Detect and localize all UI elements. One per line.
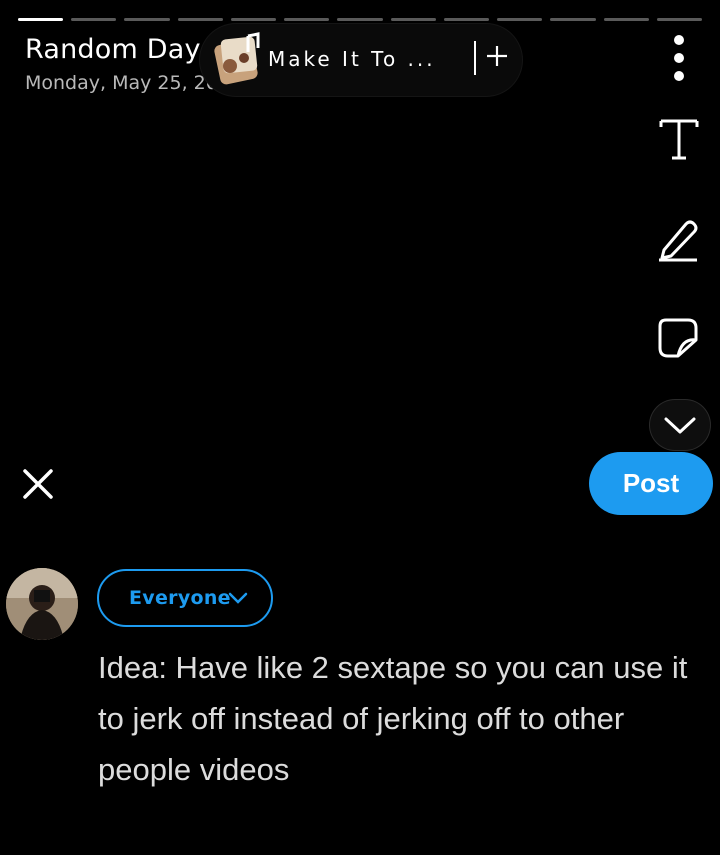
progress-segment bbox=[124, 18, 170, 21]
post-text[interactable]: Idea: Have like 2 sextape so you can use… bbox=[98, 642, 708, 795]
plus-icon[interactable] bbox=[486, 44, 508, 68]
progress-segment bbox=[284, 18, 330, 21]
progress-segment bbox=[230, 18, 277, 21]
chevron-down-icon bbox=[664, 417, 696, 434]
progress-segment bbox=[497, 18, 543, 21]
progress-segment bbox=[390, 18, 436, 21]
text-icon[interactable] bbox=[658, 118, 700, 162]
post-button[interactable]: Post bbox=[589, 452, 713, 515]
progress-segment bbox=[550, 18, 596, 21]
progress-segment bbox=[443, 18, 490, 21]
avatar-image bbox=[6, 568, 78, 640]
music-divider bbox=[474, 41, 476, 75]
progress-segment bbox=[656, 18, 703, 21]
progress-segment bbox=[18, 18, 64, 21]
close-icon[interactable] bbox=[20, 466, 56, 502]
avatar[interactable] bbox=[6, 568, 78, 640]
chevron-down-icon bbox=[228, 592, 248, 604]
story-title: Random Day bbox=[25, 34, 201, 65]
audience-label: Everyone bbox=[129, 587, 231, 609]
progress-segment bbox=[337, 18, 383, 21]
progress-segment bbox=[177, 18, 223, 21]
audience-selector[interactable]: Everyone bbox=[97, 569, 273, 627]
sticker-icon[interactable] bbox=[656, 316, 700, 360]
progress-segment bbox=[71, 18, 117, 21]
story-progress-bar bbox=[18, 18, 703, 21]
progress-segment bbox=[603, 18, 649, 21]
pen-icon[interactable] bbox=[656, 216, 700, 262]
expand-tools-button[interactable] bbox=[650, 400, 710, 450]
music-track-title: Make It To ... bbox=[268, 47, 436, 71]
music-album-art-icon bbox=[214, 32, 260, 85]
more-vertical-icon[interactable] bbox=[668, 34, 690, 84]
